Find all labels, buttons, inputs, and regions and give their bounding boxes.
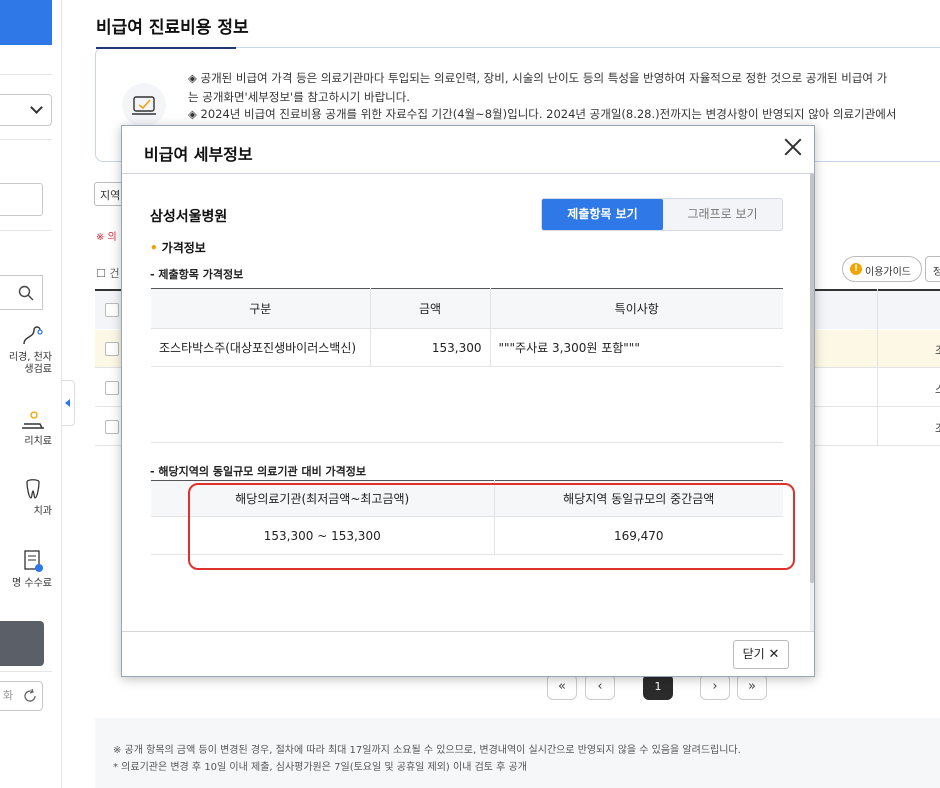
row-checkbox[interactable] [105, 381, 119, 395]
row-checkbox[interactable] [105, 420, 119, 434]
reset-button[interactable]: 화 [0, 681, 43, 711]
highlight-annotation [188, 483, 795, 570]
next-page-button[interactable]: › [700, 674, 730, 700]
note-text: ※ 의 [96, 232, 117, 243]
reset-label: 화 [3, 689, 14, 702]
tab-submitted-items[interactable]: 제출항목 보기 [542, 199, 663, 230]
close-label: 닫기 [742, 647, 765, 661]
hospital-name-input[interactable] [0, 183, 43, 216]
close-icon[interactable] [782, 136, 804, 158]
category-label: 리치료 [24, 436, 52, 447]
row-value: 스 [935, 381, 940, 397]
item-search-input[interactable] [0, 275, 43, 310]
notice-text: ◈ 2024년 비급여 진료비용 공개를 위한 자료수집 기간(4월~8월)입니… [188, 107, 897, 121]
item-amount: 153,300 [370, 328, 491, 367]
divider [151, 442, 783, 443]
bullet-icon: • [150, 241, 158, 255]
divider [122, 173, 814, 174]
subsection-heading: - 제출항목 가격정보 [150, 268, 244, 281]
hospital-name: 삼성서울병원 [150, 209, 228, 225]
submitted-price-table: 구분 금액 특이사항 조스타박스주(대상포진생바이러스백신) 153,300 "… [151, 288, 783, 367]
category-label: 리경, 천자 [8, 352, 52, 363]
column-header: 구분 [151, 288, 371, 329]
modal-title: 비급여 세부정보 [144, 145, 253, 164]
secondary-button[interactable]: 정 [925, 256, 940, 282]
left-sidebar: 리경, 천자 생검료 리치료 치과 명 수수료 화 [0, 0, 62, 788]
notice-text: 는 공개화면'세부정보'를 참고하시기 바랍니다. [188, 90, 410, 104]
tab-graph-view[interactable]: 그래프로 보기 [663, 199, 782, 230]
row-checkbox[interactable] [105, 342, 119, 356]
section-heading: • 가격정보 [150, 239, 206, 256]
chevron-down-icon [30, 101, 43, 114]
search-icon[interactable] [18, 285, 34, 301]
footer-text: * 의료기관은 변경 후 10일 이내 제출, 심사평가원은 7일(토요일 및 … [113, 762, 527, 773]
row-value: 조 [935, 420, 940, 436]
item-category: 조스타박스주(대상포진생바이러스백신) [151, 328, 371, 367]
category-dental[interactable]: 치과 [0, 476, 52, 518]
category-label: 명 수수료 [12, 578, 52, 589]
region-select[interactable] [0, 94, 52, 126]
tooth-icon [26, 479, 40, 499]
select-all-checkbox[interactable] [105, 303, 119, 317]
detail-modal: 비급여 세부정보 삼성서울병원 제출항목 보기 그래프로 보기 • 가격정보 - … [121, 125, 815, 677]
section-label: 가격정보 [161, 241, 206, 255]
endoscope-icon [23, 326, 43, 345]
list-count-label: 건 [109, 267, 120, 280]
view-toggle: 제출항목 보기 그래프로 보기 [541, 198, 783, 231]
divider [0, 671, 52, 672]
column-header: 특이사항 [490, 288, 783, 329]
category-certificate[interactable]: 명 수수료 [0, 548, 52, 590]
divider [0, 230, 52, 231]
sidebar-header-bar [0, 0, 52, 45]
usage-guide-button[interactable]: 이용가이드 [842, 256, 922, 282]
divider [0, 139, 52, 140]
divider [122, 631, 814, 632]
row-value: 조 [935, 342, 940, 358]
category-therapy[interactable]: 리치료 [0, 406, 52, 448]
sidebar-collapse-toggle[interactable] [62, 380, 75, 426]
first-page-button[interactable]: « [547, 674, 577, 700]
subsection-heading: - 해당지역의 동일규모 의료기관 대비 가격정보 [150, 465, 366, 478]
refresh-icon [24, 688, 36, 702]
list-count: ☐ 건 [96, 267, 120, 280]
notice-icon [122, 83, 166, 127]
page-1-button[interactable]: 1 [643, 674, 673, 700]
last-page-button[interactable]: » [737, 674, 767, 700]
table-column-divider [877, 289, 878, 446]
close-x-icon: ✕ [768, 647, 780, 662]
item-note: """주사료 3,300원 포함""" [490, 328, 783, 367]
column-header: 금액 [370, 288, 491, 329]
category-label: 생검료 [24, 364, 52, 375]
therapy-icon [22, 411, 44, 429]
scrollbar-thumb[interactable] [810, 173, 814, 583]
footer-text: ※ 공개 항목의 금액 등이 변경된 경우, 절차에 따라 최대 17일까지 소… [113, 745, 741, 756]
close-button[interactable]: 닫기 ✕ [733, 640, 789, 669]
notice-text: ◈ 공개된 비급여 가격 등은 의료기관마다 투입되는 의료인력, 장비, 시술… [188, 71, 888, 85]
category-label: 치과 [33, 506, 52, 517]
table-row: 조스타박스주(대상포진생바이러스백신) 153,300 """주사료 3,300… [151, 328, 783, 367]
page-title: 비급여 진료비용 정보 [96, 18, 249, 38]
certificate-icon [24, 550, 43, 572]
category-endoscopy[interactable]: 리경, 천자 생검료 [0, 322, 52, 376]
search-submit-button[interactable] [0, 621, 44, 666]
prev-page-button[interactable]: ‹ [585, 674, 615, 700]
divider [0, 74, 52, 75]
